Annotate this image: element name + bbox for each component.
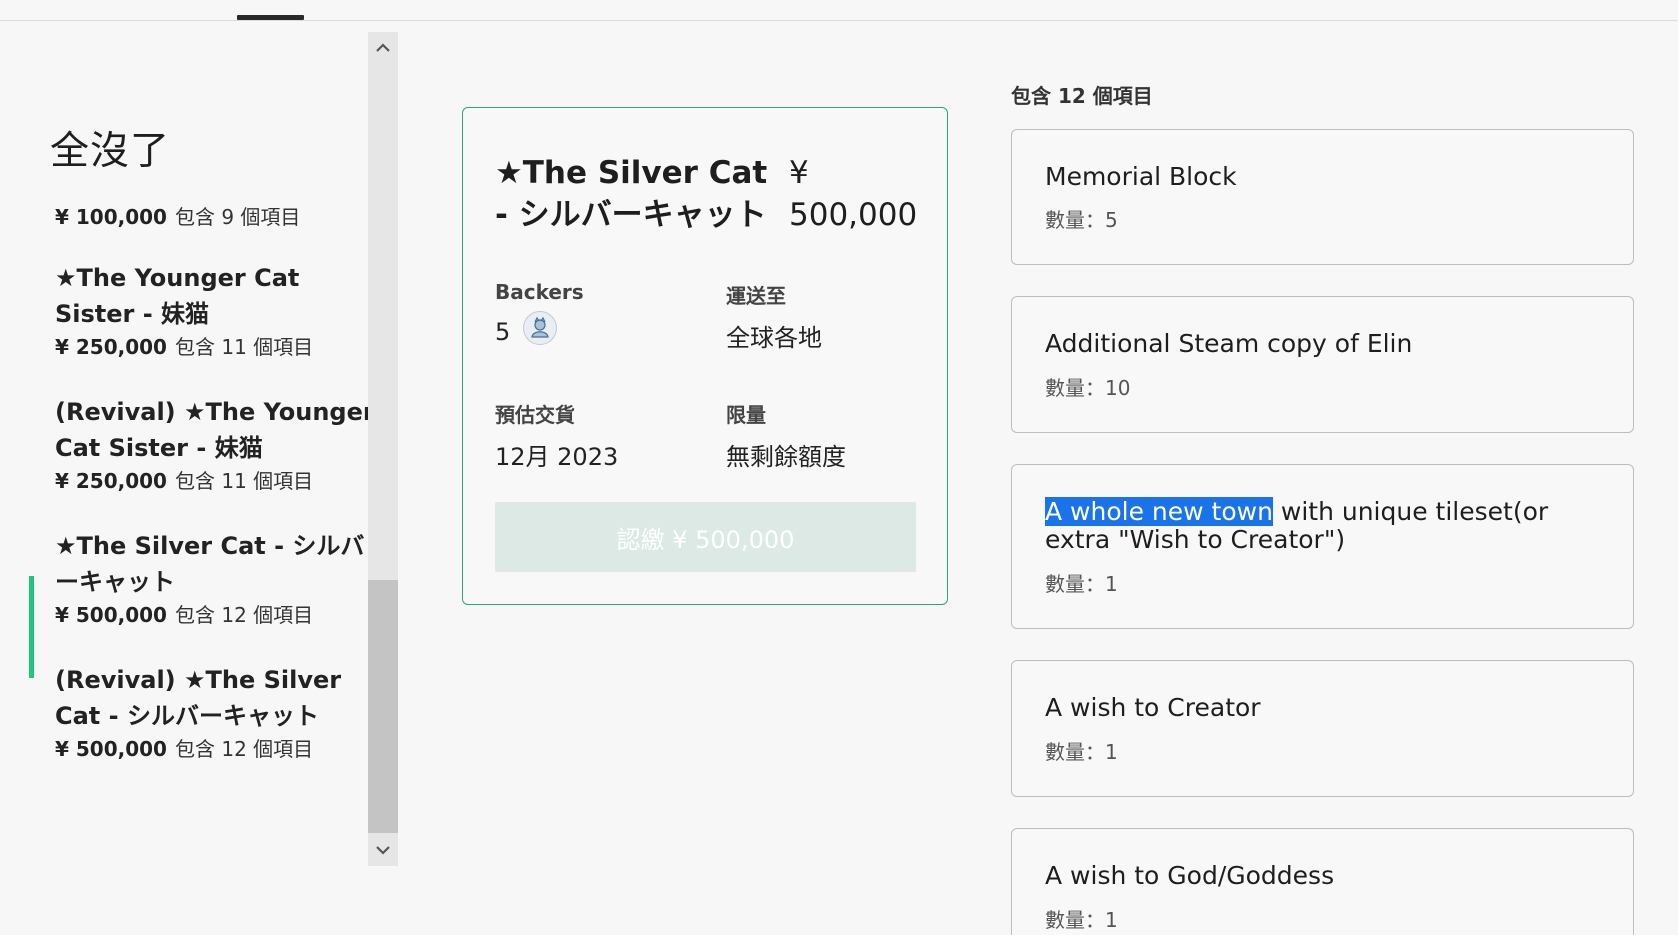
reward-tier-meta: ¥ 250,000 包含 11 個項目 <box>55 466 375 496</box>
included-item-quantity: 數量：1 <box>1045 740 1118 764</box>
included-item-name: A wish to Creator <box>1045 693 1261 722</box>
reward-tier-count: 包含 12 個項目 <box>174 603 314 627</box>
top-navigation-bar <box>0 0 1678 21</box>
reward-tier-item[interactable]: (Revival) ★The Silver Cat - シルバーキャット ¥ 5… <box>55 662 375 764</box>
reward-tier-item[interactable]: (Revival) ★The Younger Cat Sister - 妹猫 ¥… <box>55 394 375 496</box>
reward-detail-card: ★The Silver Cat - シルバーキャット ¥ 500,000 Bac… <box>462 107 948 605</box>
included-item-quantity: 數量：5 <box>1045 208 1118 232</box>
chevron-down-icon[interactable] <box>368 836 398 864</box>
estimated-delivery-label: 預估交貨 <box>495 403 575 427</box>
ships-to-value: 全球各地 <box>726 324 822 352</box>
backers-label: Backers <box>495 280 584 304</box>
chevron-up-icon[interactable] <box>368 34 398 62</box>
reward-tier-name: ★The Silver Cat - シルバーキャット <box>55 532 365 596</box>
included-item-name: A wish to God/Goddess <box>1045 861 1335 890</box>
backers-value: 5 <box>495 318 511 346</box>
reward-tier-price: ¥ 500,000 <box>55 603 167 627</box>
reward-tier-meta: ¥ 500,000 包含 12 個項目 <box>55 734 375 764</box>
selected-text: A whole new town <box>1045 497 1273 526</box>
reward-tier-name: (Revival) ★The Younger Cat Sister - 妹猫 <box>55 398 375 462</box>
reward-tier-meta: ¥ 250,000 包含 11 個項目 <box>55 332 375 362</box>
included-items-heading: 包含 12 個項目 <box>1011 84 1153 108</box>
reward-tier-price: ¥ 100,000 <box>55 205 167 229</box>
reward-tier-count: 包含 11 個項目 <box>174 469 314 493</box>
reward-tier-sidebar: 全沒了 ¥ 100,000 包含 9 個項目 ★The Younger Cat S… <box>0 32 398 866</box>
reward-tier-price: ¥ 250,000 <box>55 469 167 493</box>
pledge-button[interactable]: 認繳 ¥ 500,000 <box>495 502 916 572</box>
included-item: A wish to Creator 數量：1 <box>1011 660 1634 797</box>
included-item-name: A whole new town with unique tileset(or … <box>1045 497 1605 554</box>
scrollbar-thumb[interactable] <box>368 580 398 833</box>
reward-tier-count: 包含 12 個項目 <box>174 737 314 761</box>
sidebar-title: 全沒了 <box>50 129 171 174</box>
reward-price: ¥ 500,000 <box>789 155 918 233</box>
reward-tier-name: (Revival) ★The Silver Cat - シルバーキャット <box>55 666 342 730</box>
included-item-quantity: 數量：1 <box>1045 908 1118 932</box>
estimated-delivery-value: 12月 2023 <box>495 443 619 471</box>
reward-tier-name: ★The Younger Cat Sister - 妹猫 <box>55 264 300 328</box>
included-item-quantity: 數量：1 <box>1045 572 1118 596</box>
included-item-quantity: 數量：10 <box>1045 376 1131 400</box>
sidebar-scrollbar[interactable] <box>368 32 398 866</box>
backer-avatar-icon <box>523 311 557 345</box>
included-item-name: Additional Steam copy of Elin <box>1045 329 1413 358</box>
reward-tier-price: ¥ 250,000 <box>55 335 167 359</box>
limit-value: 無剩餘額度 <box>726 443 846 471</box>
reward-tier-item[interactable]: ★The Younger Cat Sister - 妹猫 ¥ 250,000 包含… <box>55 260 375 362</box>
reward-tier-item-selected[interactable]: ★The Silver Cat - シルバーキャット ¥ 500,000 包含 1… <box>55 528 375 630</box>
included-item: Memorial Block 數量：5 <box>1011 129 1634 265</box>
reward-title: ★The Silver Cat - シルバーキャット <box>495 155 768 233</box>
included-item: Additional Steam copy of Elin 數量：10 <box>1011 296 1634 433</box>
active-tier-marker <box>29 576 34 678</box>
reward-tier-meta: ¥ 500,000 包含 12 個項目 <box>55 600 375 630</box>
reward-tier-meta: ¥ 100,000 包含 9 個項目 <box>55 202 375 232</box>
included-item-name: Memorial Block <box>1045 162 1237 191</box>
limit-label: 限量 <box>726 403 766 427</box>
reward-tier-price: ¥ 500,000 <box>55 737 167 761</box>
reward-tier-item[interactable]: ¥ 100,000 包含 9 個項目 <box>55 202 375 232</box>
reward-tier-count: 包含 11 個項目 <box>174 335 314 359</box>
active-tab-indicator <box>237 15 304 20</box>
included-item: A wish to God/Goddess 數量：1 <box>1011 828 1634 935</box>
included-item: A whole new town with unique tileset(or … <box>1011 464 1634 629</box>
reward-tier-count: 包含 9 個項目 <box>174 205 301 229</box>
ships-to-label: 運送至 <box>726 284 786 308</box>
